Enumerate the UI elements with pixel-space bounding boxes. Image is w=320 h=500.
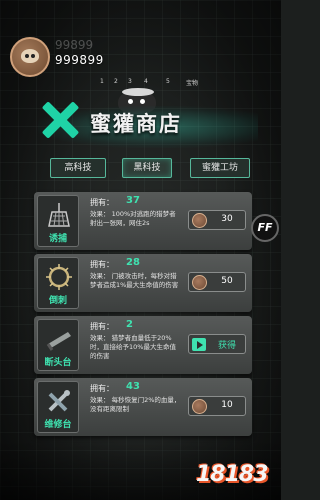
item-thumb: 倒刺 xyxy=(37,257,79,309)
owned-count: 37 xyxy=(126,195,140,206)
item-name: 诱捕 xyxy=(48,234,67,244)
item-effect: 效果： 100%对逃跑的猎梦者射出一张网，网住2s xyxy=(90,210,176,227)
shop-item-card: 倒刺 拥有： 28 效果： 门被攻击时，每秒对猎梦者造成1%最大生命值的伤害 5… xyxy=(34,254,252,312)
item-name: 倒刺 xyxy=(48,296,67,306)
item-thumb: 断头台 xyxy=(37,319,79,371)
spike-ring-icon xyxy=(46,264,72,290)
buy-button[interactable]: 50 xyxy=(188,272,246,292)
price: 50 xyxy=(221,276,233,286)
item-thumb: 维修台 xyxy=(37,381,79,433)
badger-face-icon xyxy=(21,49,39,63)
top-tab-treasure[interactable]: 宝物 xyxy=(186,78,198,87)
owned-label: 拥有： xyxy=(90,384,114,393)
shop-title: 蜜獾商店 xyxy=(90,112,182,136)
buy-button[interactable]: 10 xyxy=(188,396,246,416)
item-name: 断头台 xyxy=(44,358,72,368)
repair-tools-icon xyxy=(48,390,70,412)
site-watermark: 18183 xyxy=(196,462,269,487)
owned-count: 28 xyxy=(126,257,140,268)
item-thumb: 诱捕 xyxy=(37,195,79,247)
coin-icon xyxy=(192,213,207,228)
owned-label: 拥有： xyxy=(90,260,114,269)
tab-badger-workshop[interactable]: 蜜獾工坊 xyxy=(190,158,250,178)
get-button[interactable]: 获得 xyxy=(188,334,246,354)
fast-forward-button[interactable]: FF xyxy=(251,214,279,242)
item-effect: 效果： 门被攻击时，每秒对猎梦者造成1%最大生命值的伤害 xyxy=(90,272,179,289)
video-ad-icon xyxy=(192,338,206,351)
owned-count: 2 xyxy=(126,319,133,330)
guillotine-icon xyxy=(46,332,71,351)
shop-item-card: 断头台 拥有： 2 效果： 猎梦者血量低于20%时，直接给予10%最大生命值的伤… xyxy=(34,316,252,374)
tab-high-tech[interactable]: 高科技 xyxy=(50,158,106,178)
player-avatar[interactable] xyxy=(10,37,50,77)
shop-item-card: 诱捕 拥有： 37 效果： 100%对逃跑的猎梦者射出一张网，网住2s 30 xyxy=(34,192,252,250)
price: 30 xyxy=(221,214,233,224)
get-label: 获得 xyxy=(217,341,236,351)
owned-label: 拥有： xyxy=(90,322,114,331)
owned-count: 43 xyxy=(126,381,140,392)
price: 10 xyxy=(221,400,233,410)
x-logo-icon xyxy=(40,100,80,140)
buy-button[interactable]: 30 xyxy=(188,210,246,230)
item-name: 维修台 xyxy=(44,420,72,430)
coin-icon xyxy=(192,399,207,414)
item-effect: 效果： 猎梦者血量低于20%时，直接给予10%最大生命值的伤害 xyxy=(90,334,176,360)
top-tab-1[interactable]: 1 xyxy=(100,78,104,85)
owned-label: 拥有： xyxy=(90,198,114,207)
item-effect: 效果： 每秒恢复门2%的血量，没有距离限制 xyxy=(90,396,181,413)
coin-icon xyxy=(192,275,207,290)
shop-item-card: 维修台 拥有： 43 效果： 每秒恢复门2%的血量，没有距离限制 10 xyxy=(34,378,252,436)
money-counter: 999899 xyxy=(55,53,104,67)
money-ghost: 99899 xyxy=(55,38,94,52)
top-tab-5[interactable]: 5 xyxy=(166,78,170,85)
net-trap-icon xyxy=(48,203,70,227)
shop-title-banner: 蜜獾商店 xyxy=(30,96,260,154)
tab-black-tech[interactable]: 黑科技 xyxy=(122,158,172,178)
